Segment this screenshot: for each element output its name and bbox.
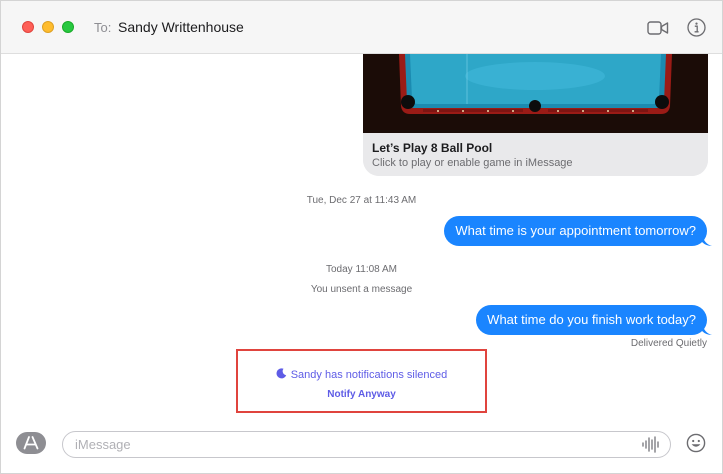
message-text: What time is your appointment tomorrow? [455, 223, 696, 238]
audio-waveform-icon[interactable] [641, 436, 661, 453]
game-subtitle: Click to play or enable game in iMessage [372, 157, 573, 169]
pool-table-image [363, 54, 708, 133]
video-camera-icon[interactable] [647, 20, 669, 36]
app-store-button[interactable] [16, 432, 46, 454]
app-store-icon [23, 436, 39, 450]
game-message-card[interactable]: Let’s Play 8 Ball Pool Click to play or … [363, 54, 708, 176]
delivery-status: Delivered Quietly [630, 338, 707, 349]
title-bar: To: Sandy Writtenhouse [1, 1, 722, 54]
zoom-button[interactable] [62, 21, 74, 33]
notifications-silenced-panel: Sandy has notifications silenced Notify … [236, 349, 487, 413]
silenced-text: Sandy has notifications silenced [290, 369, 448, 381]
imessage-input[interactable] [62, 431, 671, 458]
unsent-notice: You unsent a message [310, 284, 413, 295]
timestamp: Today 11:08 AM [326, 264, 397, 275]
messages-window: To: Sandy Writtenhouse Let’s Play 8 Ball… [0, 0, 723, 474]
to-label: To: [94, 20, 112, 35]
info-icon[interactable] [687, 18, 706, 37]
recipient-name[interactable]: Sandy Writtenhouse [118, 19, 244, 35]
game-title: Let’s Play 8 Ball Pool [372, 141, 493, 155]
sent-message-bubble[interactable]: What time is your appointment tomorrow? [444, 216, 707, 246]
timestamp: Tue, Dec 27 at 11:43 AM [306, 195, 417, 206]
bubble-tail [702, 323, 712, 335]
sent-message-bubble[interactable]: What time do you finish work today? [476, 305, 707, 335]
message-text: What time do you finish work today? [487, 312, 696, 327]
close-button[interactable] [22, 21, 34, 33]
game-card-caption: Let’s Play 8 Ball Pool Click to play or … [363, 133, 708, 176]
notify-anyway-link[interactable]: Notify Anyway [238, 389, 485, 400]
silenced-notice: Sandy has notifications silenced [238, 368, 485, 381]
minimize-button[interactable] [42, 21, 54, 33]
emoji-icon[interactable] [686, 433, 706, 453]
moon-icon [276, 368, 286, 379]
bubble-tail [702, 234, 712, 246]
